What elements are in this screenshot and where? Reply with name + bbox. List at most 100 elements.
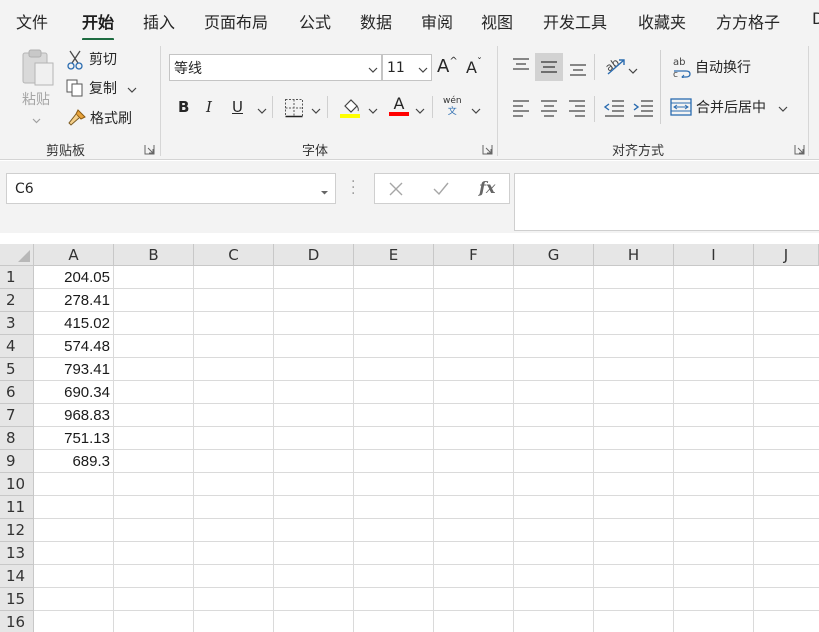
name-box[interactable]: C6 — [6, 173, 336, 204]
border-chevron-down-icon[interactable] — [311, 104, 321, 120]
cell-a1[interactable]: 204.05 — [34, 266, 113, 289]
font-size-chevron-down-icon[interactable] — [418, 63, 428, 79]
merge-center-button[interactable]: 合并后居中 — [670, 97, 788, 117]
align-bottom-icon[interactable] — [568, 58, 588, 82]
column-header[interactable]: C — [194, 244, 274, 266]
menu-tab[interactable]: 视图 — [481, 9, 513, 33]
align-top-icon[interactable] — [511, 56, 531, 80]
menu-tab[interactable]: 页面布局 — [204, 9, 268, 33]
format-painter-button[interactable]: 格式刷 — [66, 108, 132, 128]
alignment-launcher-icon[interactable] — [794, 143, 805, 155]
column-header[interactable]: J — [754, 244, 819, 266]
cell-a8[interactable]: 751.13 — [34, 427, 113, 450]
row-header[interactable]: 6 — [0, 381, 34, 404]
font-name-combo[interactable]: 等线 — [169, 54, 382, 81]
formula-bar-grip-icon[interactable]: · · · — [351, 175, 355, 201]
gridline — [34, 288, 819, 289]
clipboard-launcher-icon[interactable] — [144, 143, 155, 155]
border-icon[interactable] — [284, 98, 304, 122]
menu-tab[interactable]: 公式 — [299, 9, 331, 33]
row-header[interactable]: 1 — [0, 266, 34, 289]
column-header[interactable]: E — [354, 244, 434, 266]
row-header[interactable]: 15 — [0, 588, 34, 611]
column-header[interactable]: I — [674, 244, 754, 266]
underline-chevron-down-icon[interactable] — [257, 104, 267, 120]
copy-chevron-down-icon[interactable] — [127, 83, 137, 93]
align-middle-icon[interactable] — [535, 53, 563, 81]
paste-button[interactable]: 粘贴 — [22, 89, 50, 109]
cut-button[interactable]: 剪切 — [66, 49, 117, 70]
paste-icon[interactable] — [20, 48, 56, 92]
row-header[interactable]: 11 — [0, 496, 34, 519]
decrease-indent-icon[interactable] — [603, 98, 625, 122]
row-header[interactable]: 2 — [0, 289, 34, 312]
shrink-font-glyph: A — [466, 58, 477, 77]
menu-tab[interactable]: 插入 — [143, 9, 175, 33]
column-header[interactable]: B — [114, 244, 194, 266]
enter-check-icon[interactable] — [433, 182, 449, 200]
font-size-combo[interactable]: 11 — [382, 54, 432, 81]
name-box-chevron-down-icon[interactable] — [320, 185, 329, 201]
row-header[interactable]: 16 — [0, 611, 34, 632]
cell-a3[interactable]: 415.02 — [34, 312, 113, 335]
phonetic-guide-button[interactable]: wén 文 — [443, 96, 462, 118]
cell-a2[interactable]: 278.41 — [34, 289, 113, 312]
menu-tab[interactable]: 收藏夹 — [638, 9, 686, 33]
insert-function-icon[interactable]: fx — [479, 178, 495, 197]
menu-tab[interactable]: 审阅 — [421, 9, 453, 33]
font-color-chevron-down-icon[interactable] — [415, 104, 425, 120]
increase-indent-icon[interactable] — [632, 98, 654, 122]
phonetic-chevron-down-icon[interactable] — [471, 104, 481, 120]
formula-input[interactable] — [514, 173, 819, 231]
font-color-button[interactable]: A — [388, 95, 410, 116]
paste-chevron-down-icon[interactable] — [32, 112, 41, 128]
bold-button[interactable]: B — [178, 98, 189, 116]
cell-a9[interactable]: 689.3 — [34, 450, 113, 473]
menu-tab[interactable]: 文件 — [16, 9, 48, 33]
row-header[interactable]: 7 — [0, 404, 34, 427]
fill-color-chevron-down-icon[interactable] — [368, 104, 378, 120]
row-header[interactable]: 3 — [0, 312, 34, 335]
cell-a5[interactable]: 793.41 — [34, 358, 113, 381]
gridline — [34, 495, 819, 496]
format-painter-label: 格式刷 — [90, 111, 132, 127]
column-header[interactable]: G — [514, 244, 594, 266]
cancel-icon[interactable] — [389, 182, 403, 200]
column-header[interactable]: A — [34, 244, 114, 266]
column-header[interactable]: F — [434, 244, 514, 266]
menu-tab[interactable]: 开始 — [82, 9, 115, 41]
grow-font-button[interactable]: A ^ — [437, 56, 458, 77]
cell-a4[interactable]: 574.48 — [34, 335, 113, 358]
orientation-chevron-down-icon[interactable] — [628, 64, 638, 80]
menu-tab[interactable]: 方方格子 — [716, 9, 780, 33]
column-header[interactable]: H — [594, 244, 674, 266]
menu-tab[interactable]: 数据 — [360, 9, 392, 33]
align-left-icon[interactable] — [511, 98, 531, 122]
wrap-text-button[interactable]: ab c 自动换行 — [672, 56, 751, 78]
fill-color-icon[interactable] — [340, 96, 362, 122]
align-center-icon[interactable] — [539, 98, 559, 122]
row-header[interactable]: 5 — [0, 358, 34, 381]
row-header[interactable]: 12 — [0, 519, 34, 542]
font-launcher-icon[interactable] — [482, 143, 493, 155]
row-header[interactable]: 13 — [0, 542, 34, 565]
column-header[interactable]: D — [274, 244, 354, 266]
select-all-button[interactable] — [0, 244, 34, 266]
row-header[interactable]: 4 — [0, 335, 34, 358]
merge-center-chevron-down-icon[interactable] — [778, 102, 788, 112]
font-name-chevron-down-icon[interactable] — [368, 63, 378, 79]
cell-a7[interactable]: 968.83 — [34, 404, 113, 427]
cell-a6[interactable]: 690.34 — [34, 381, 113, 404]
row-header[interactable]: 14 — [0, 565, 34, 588]
orientation-icon[interactable]: ab — [603, 54, 626, 80]
row-header[interactable]: 8 — [0, 427, 34, 450]
align-right-icon[interactable] — [567, 98, 587, 122]
shrink-font-button[interactable]: A ˇ — [466, 57, 482, 77]
row-header[interactable]: 9 — [0, 450, 34, 473]
row-header[interactable]: 10 — [0, 473, 34, 496]
menu-tab[interactable]: 开发工具 — [543, 9, 607, 33]
italic-button[interactable]: I — [206, 98, 212, 116]
menu-tab[interactable]: D — [812, 9, 819, 28]
copy-button[interactable]: 复制 — [66, 78, 137, 98]
underline-button[interactable]: U — [232, 98, 243, 116]
